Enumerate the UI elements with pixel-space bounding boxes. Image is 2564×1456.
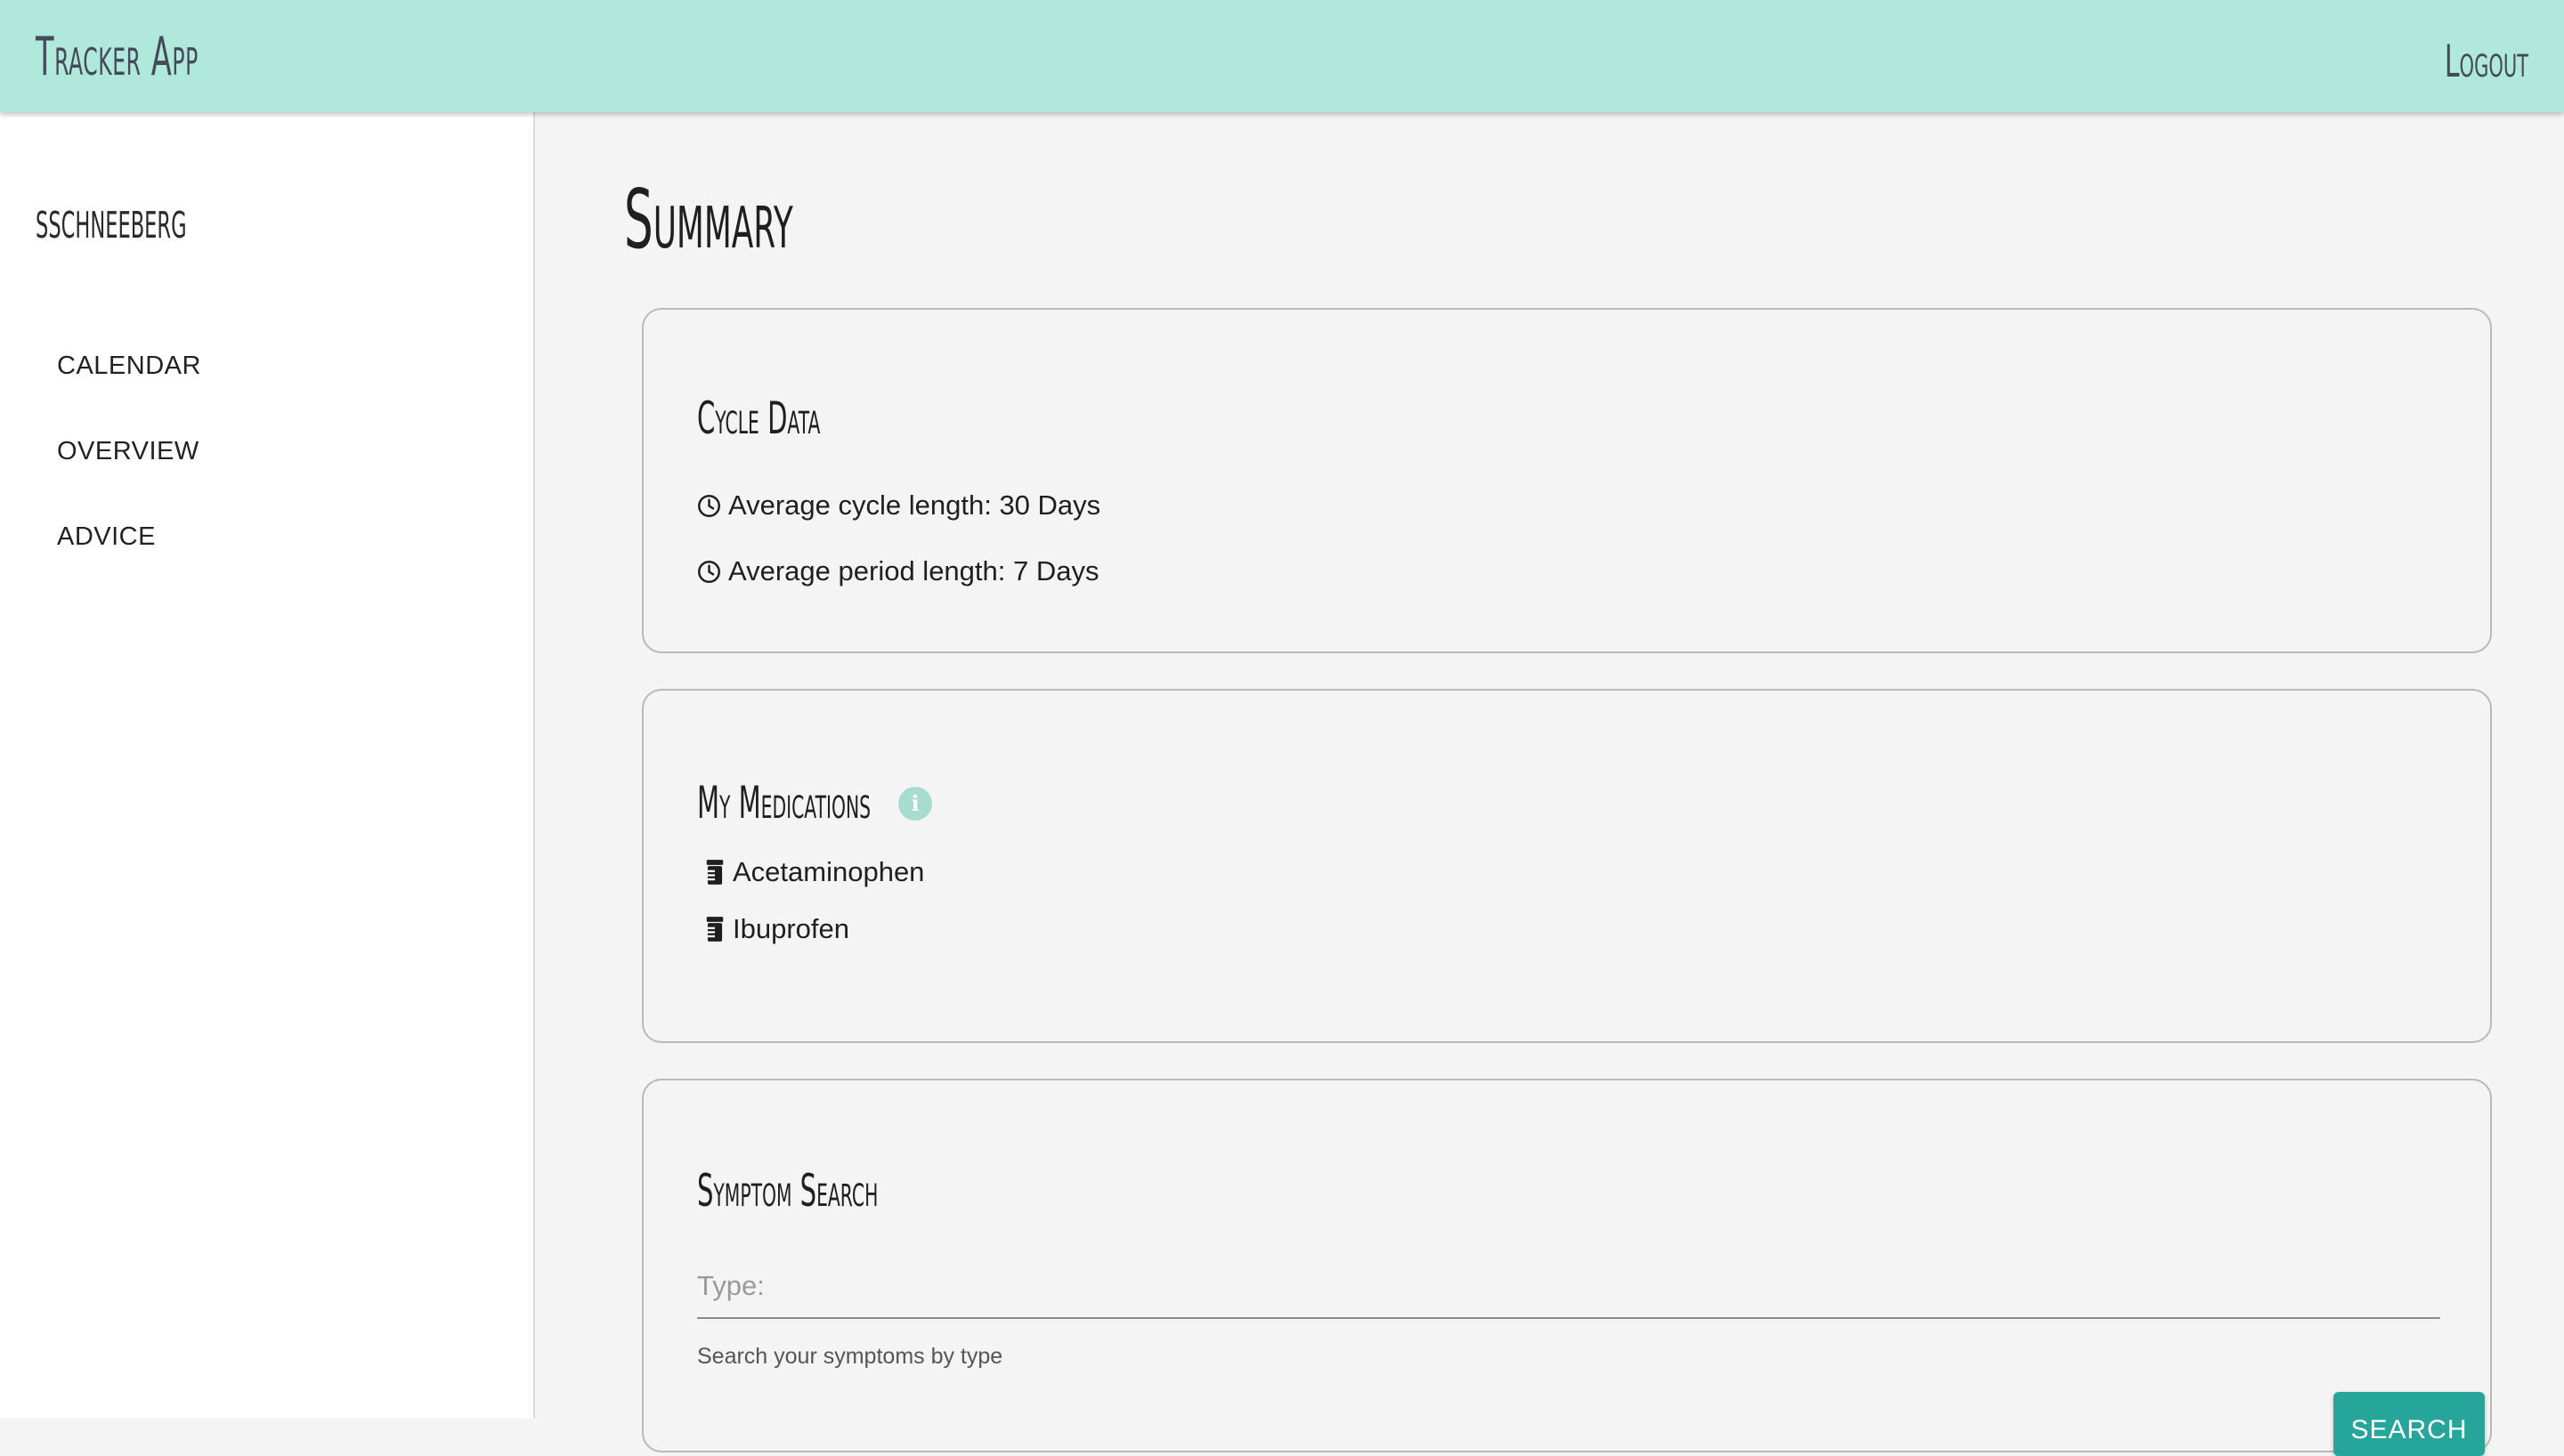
info-icon[interactable]: i xyxy=(898,787,932,821)
clock-icon xyxy=(698,494,720,517)
search-helper-text: Search your symptoms by type xyxy=(697,1344,1003,1369)
pill-bottle-icon xyxy=(706,917,724,942)
symptom-type-input[interactable] xyxy=(697,1255,2440,1319)
logout-link[interactable]: Logout xyxy=(2445,37,2528,85)
app-title[interactable]: Tracker App xyxy=(36,30,199,84)
sidebar-item-overview[interactable]: OVERVIEW xyxy=(0,420,533,506)
clock-icon xyxy=(698,560,720,583)
average-cycle-length-text: Average cycle length: 30 Days xyxy=(728,489,1101,521)
average-cycle-length: Average cycle length: 30 Days xyxy=(697,486,1100,525)
medications-title: My Medications xyxy=(697,777,872,829)
sidebar-item-calendar[interactable]: CALENDAR xyxy=(0,335,533,420)
average-period-length-text: Average period length: 7 Days xyxy=(728,555,1099,586)
pill-bottle-icon xyxy=(706,860,724,885)
medication-item: Ibuprofen xyxy=(697,910,849,949)
main-content: Summary Cycle Data Average cycle length:… xyxy=(535,112,2564,1456)
symptom-search-card: Symptom Search Search your symptoms by t… xyxy=(642,1079,2492,1456)
symptom-search-title: Symptom Search xyxy=(697,1165,879,1217)
cycle-data-title: Cycle Data xyxy=(697,392,821,444)
app-header: Tracker App Logout xyxy=(0,0,2564,112)
medication-name: Ibuprofen xyxy=(733,913,849,944)
medication-name: Acetaminophen xyxy=(733,856,925,887)
medications-card: My Medications i Acetaminophen Ibuprofen xyxy=(642,689,2492,1043)
average-period-length: Average period length: 7 Days xyxy=(697,552,1099,591)
sidebar: sschneeberg CALENDAR OVERVIEW ADVICE xyxy=(0,112,535,1419)
username-label: sschneeberg xyxy=(36,190,187,250)
cycle-data-card: Cycle Data Average cycle length: 30 Days… xyxy=(642,308,2492,653)
sidebar-nav: CALENDAR OVERVIEW ADVICE xyxy=(0,335,533,591)
search-button[interactable]: Search xyxy=(2333,1392,2485,1456)
sidebar-item-advice[interactable]: ADVICE xyxy=(0,506,533,591)
medication-item: Acetaminophen xyxy=(697,853,924,892)
page-title: Summary xyxy=(624,172,793,267)
